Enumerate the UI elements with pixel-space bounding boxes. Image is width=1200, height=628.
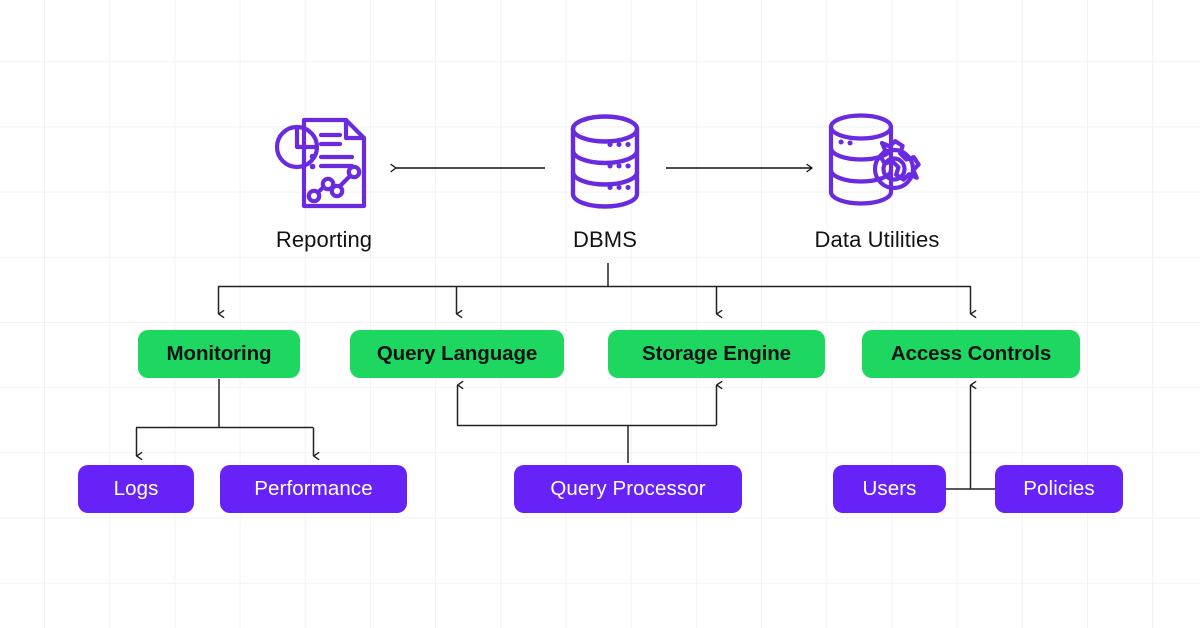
node-dbms-label: DBMS	[573, 227, 637, 252]
node-monitoring-label: Monitoring	[166, 342, 272, 365]
node-performance-label: Performance	[254, 477, 373, 500]
node-logs-label: Logs	[113, 477, 159, 500]
node-monitoring[interactable]: Monitoring	[138, 330, 300, 378]
node-storage-engine[interactable]: Storage Engine	[608, 330, 825, 378]
node-query-processor[interactable]: Query Processor	[514, 465, 742, 513]
node-policies-label: Policies	[1023, 477, 1095, 500]
node-reporting-label: Reporting	[275, 227, 373, 252]
node-users[interactable]: Users	[833, 465, 946, 513]
node-data-utilities[interactable]: Data Utilities	[797, 110, 957, 253]
node-performance[interactable]: Performance	[220, 465, 407, 513]
node-policies[interactable]: Policies	[995, 465, 1123, 513]
connector-layer	[135, 163, 997, 490]
node-data-utilities-label: Data Utilities	[814, 227, 940, 252]
node-query-processor-label: Query Processor	[550, 477, 706, 500]
diagram-canvas: Reporting DBMS Data Utilities Monitoring…	[0, 0, 1200, 628]
node-reporting[interactable]: Reporting	[244, 110, 404, 253]
node-users-label: Users	[862, 477, 917, 500]
node-dbms[interactable]: DBMS	[525, 110, 685, 253]
node-access-controls[interactable]: Access Controls	[862, 330, 1080, 378]
database-cylinder-icon	[559, 110, 651, 219]
node-query-language-label: Query Language	[376, 342, 538, 365]
node-logs[interactable]: Logs	[78, 465, 194, 513]
report-document-chart-icon	[274, 110, 374, 219]
node-access-controls-label: Access Controls	[890, 342, 1052, 365]
node-query-language[interactable]: Query Language	[350, 330, 564, 378]
database-gear-icon	[821, 110, 933, 219]
node-storage-engine-label: Storage Engine	[642, 342, 791, 365]
